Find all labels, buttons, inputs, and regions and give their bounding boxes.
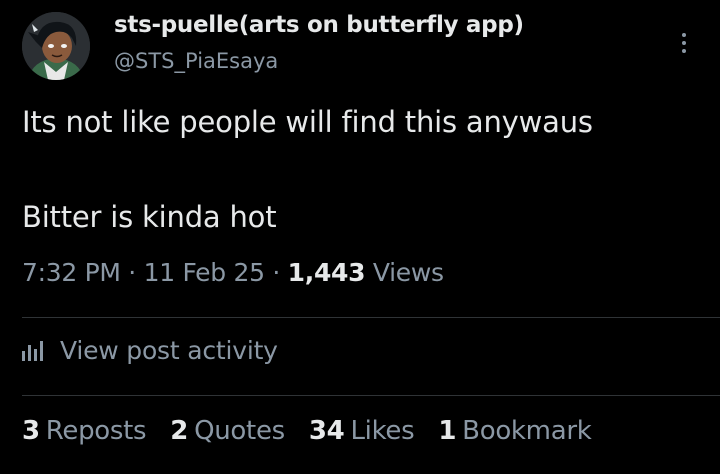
avatar[interactable] — [22, 12, 90, 80]
bookmarks-label: Bookmark — [462, 416, 592, 446]
quotes-stat[interactable]: 2 Quotes — [170, 416, 285, 446]
engagement-stats: 3 Reposts 2 Quotes 34 Likes 1 Bookmark — [22, 416, 592, 446]
bookmarks-stat[interactable]: 1 Bookmark — [438, 416, 591, 446]
likes-label: Likes — [350, 416, 415, 446]
divider — [22, 395, 720, 396]
post-date[interactable]: 11 Feb 25 — [144, 258, 265, 287]
view-post-activity-link[interactable]: View post activity — [22, 336, 278, 365]
reposts-count: 3 — [22, 416, 40, 446]
author-display-name[interactable]: sts-puelle(arts on butterfly app) — [114, 12, 524, 38]
more-vertical-icon-dot — [682, 49, 686, 53]
bookmarks-count: 1 — [438, 416, 457, 446]
views-count: 1,443 — [287, 258, 366, 287]
quotes-count: 2 — [170, 416, 189, 446]
likes-count: 34 — [308, 416, 345, 446]
likes-stat[interactable]: 34 Likes — [308, 416, 415, 446]
reposts-label: Reposts — [45, 416, 147, 446]
divider — [22, 317, 720, 318]
post-meta: 7:32 PM · 11 Feb 25 · 1,443 Views — [22, 258, 444, 287]
meta-separator: · — [272, 258, 281, 287]
views-label: Views — [372, 258, 444, 287]
reposts-stat[interactable]: 3 Reposts — [22, 416, 147, 446]
post-time[interactable]: 7:32 PM — [22, 258, 121, 287]
post-text-line-2: Bitter is kinda hot — [22, 200, 277, 234]
bar-chart-icon — [22, 340, 48, 361]
quotes-label: Quotes — [194, 416, 285, 446]
more-vertical-icon-dot — [682, 41, 686, 45]
more-vertical-icon — [682, 33, 686, 37]
author-handle[interactable]: @STS_PiaEsaya — [114, 49, 278, 73]
view-post-activity-label: View post activity — [60, 336, 278, 365]
more-options-button[interactable] — [672, 28, 696, 58]
avatar-illustration — [22, 12, 90, 80]
post-text-line-1: Its not like people will find this anywa… — [22, 105, 593, 139]
meta-separator: · — [128, 258, 136, 287]
